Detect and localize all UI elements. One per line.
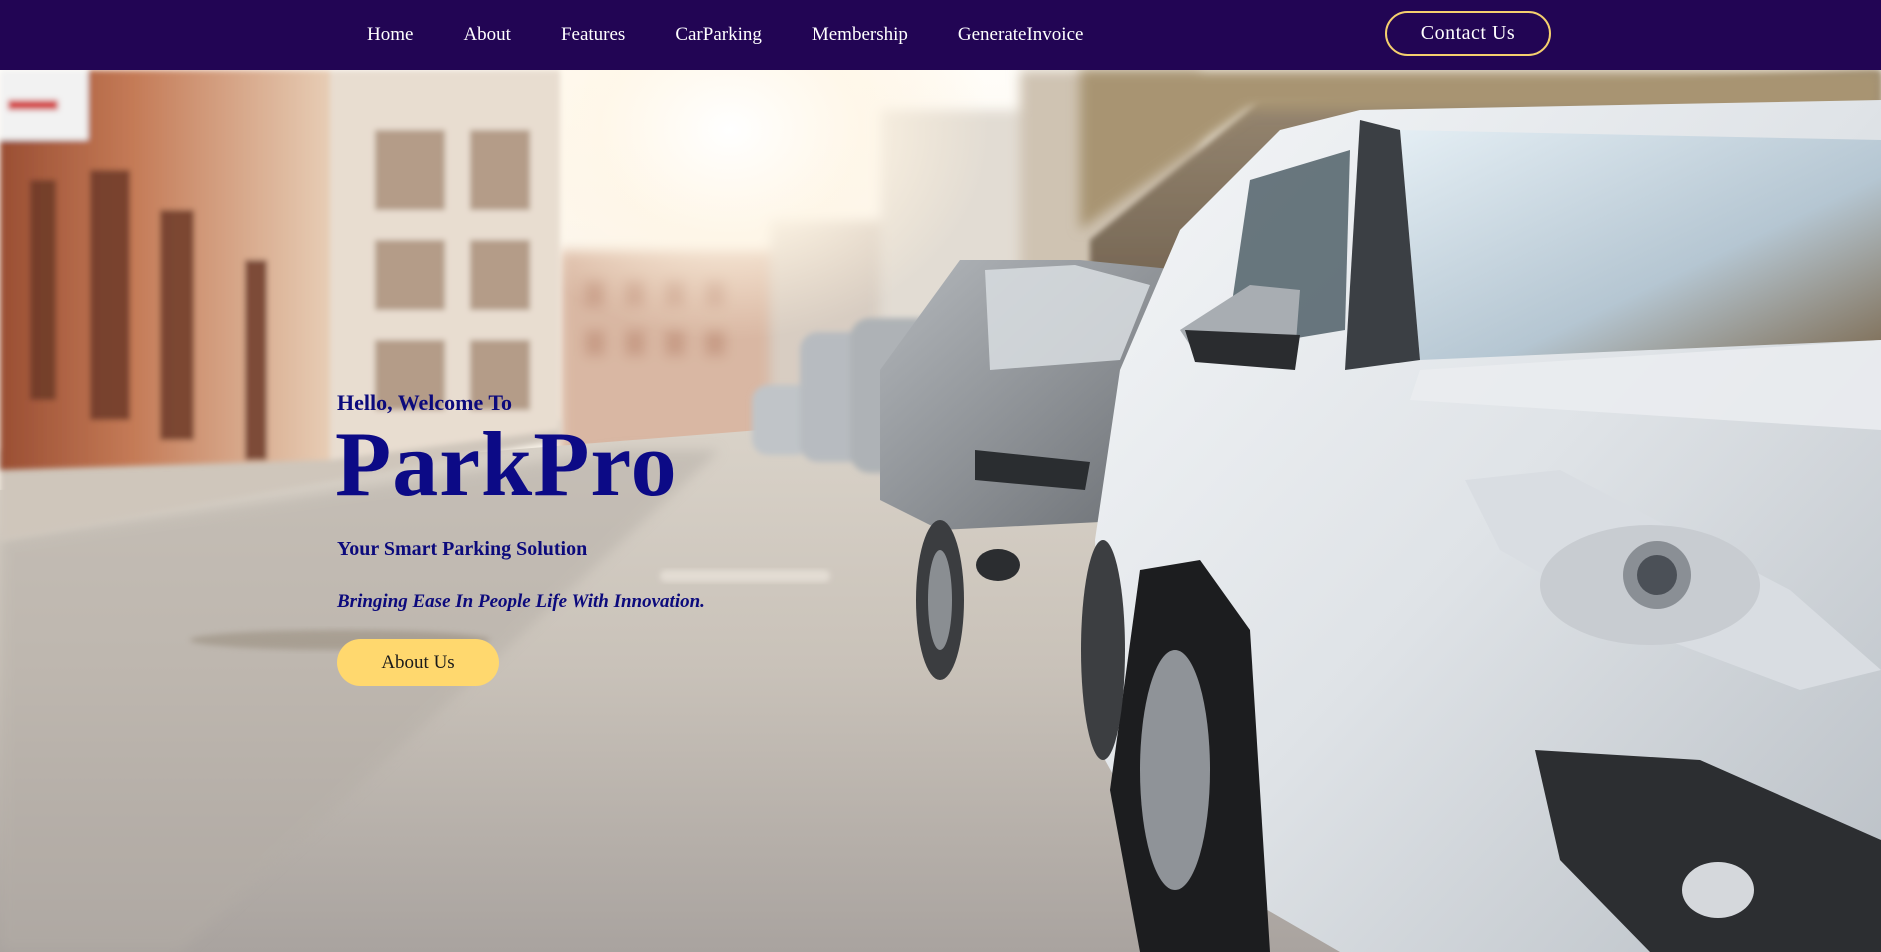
nav-link-carparking[interactable]: CarParking [675,24,762,46]
hero-tagline: Your Smart Parking Solution [337,538,588,560]
about-us-button[interactable]: About Us [337,639,499,686]
hero-background-image [0,70,1881,952]
nav-link-home[interactable]: Home [367,24,413,46]
nav-link-about[interactable]: About [463,24,511,46]
page: Home About Features CarParking Membershi… [0,0,1881,952]
nav-link-features[interactable]: Features [561,24,625,46]
navbar: Home About Features CarParking Membershi… [0,0,1881,70]
hero-brand-title: ParkPro [335,413,678,515]
nav-link-generateinvoice[interactable]: GenerateInvoice [958,24,1084,46]
nav-link-membership[interactable]: Membership [812,24,908,46]
hero-section: Hello, Welcome To ParkPro Your Smart Par… [0,70,1881,952]
contact-us-button[interactable]: Contact Us [1385,11,1551,56]
nav-links: Home About Features CarParking Membershi… [342,0,1108,70]
hero-text: Hello, Welcome To ParkPro Your Smart Par… [335,390,705,686]
hero-slogan: Bringing Ease In People Life With Innova… [337,591,705,612]
